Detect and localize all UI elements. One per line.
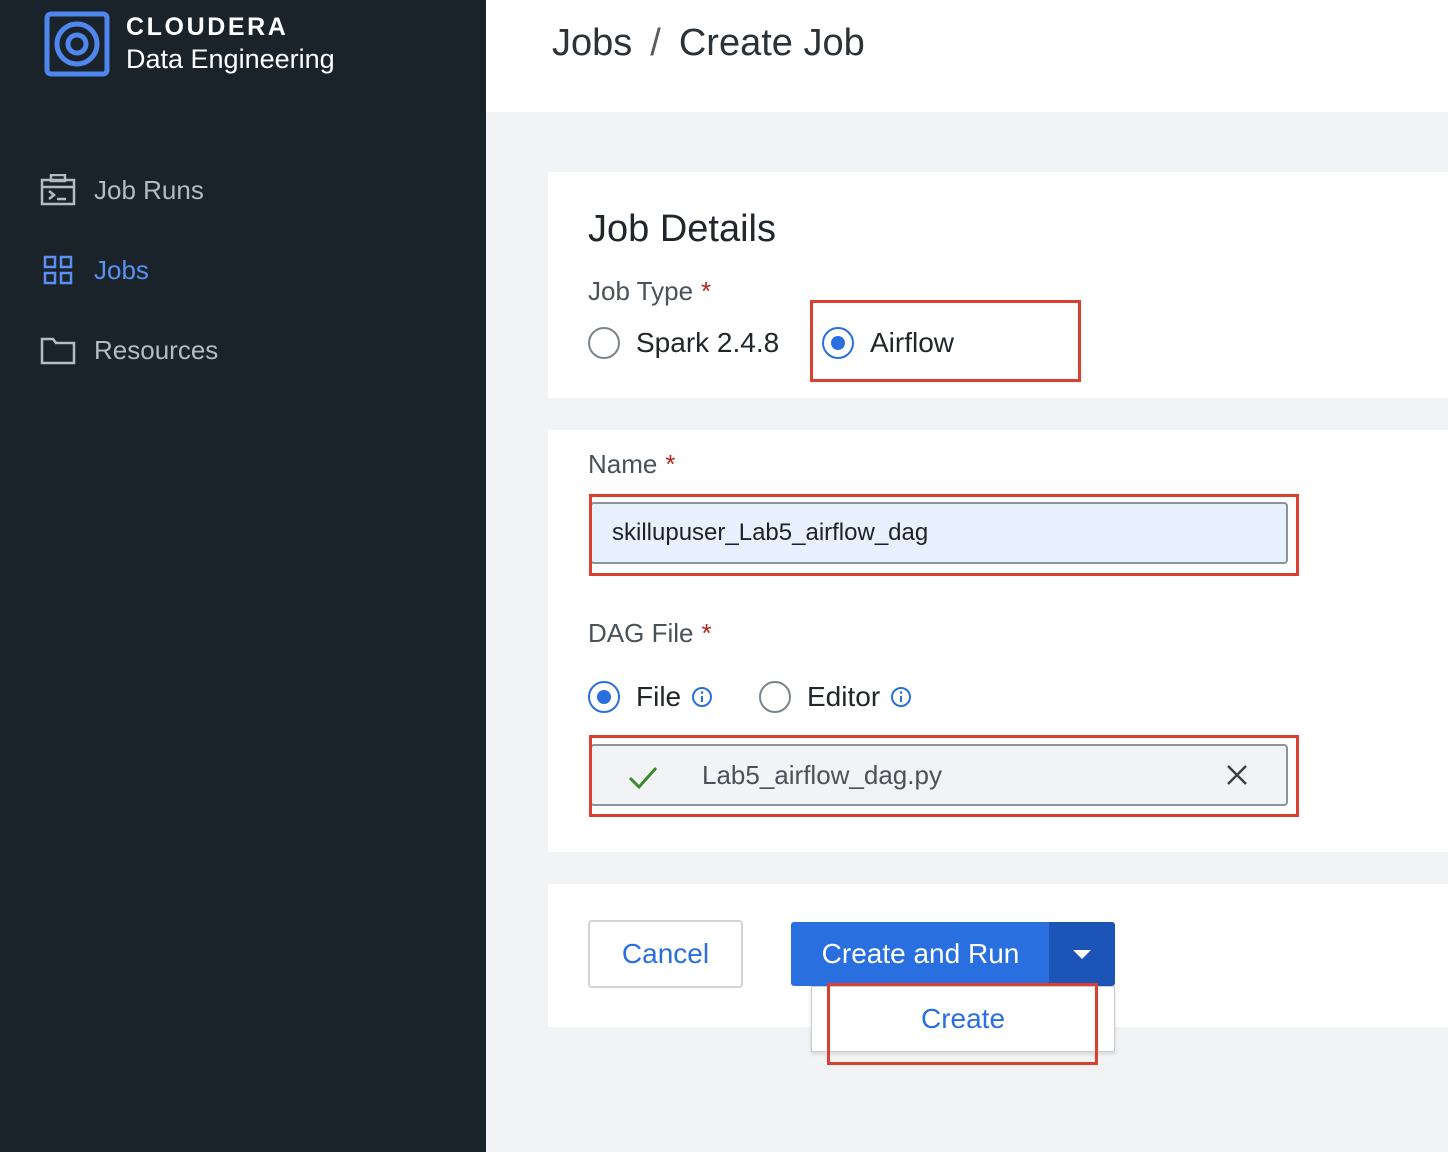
job-type-spark-label: Spark 2.4.8 — [636, 327, 780, 358]
job-details-title: Job Details — [588, 208, 776, 250]
sidebar-item-job-runs[interactable]: Job Runs — [38, 170, 204, 210]
job-type-spark-radio[interactable]: Spark 2.4.8 — [588, 327, 779, 359]
sidebar-item-jobs[interactable]: Jobs — [38, 250, 149, 290]
breadcrumb: Jobs / Create Job — [552, 22, 865, 65]
caret-down-icon — [1073, 949, 1091, 959]
create-and-run-button[interactable]: Create and Run — [791, 922, 1050, 986]
folder-icon — [38, 330, 78, 370]
job-type-label-text: Job Type — [588, 276, 694, 306]
dag-source-editor-radio[interactable]: Editor — [759, 681, 912, 713]
dag-file-label-text: DAG File — [588, 618, 694, 648]
radio-checked-icon — [822, 327, 854, 359]
sidebar-item-resources[interactable]: Resources — [38, 330, 218, 370]
radio-checked-icon — [588, 681, 620, 713]
job-type-airflow-label: Airflow — [870, 327, 955, 358]
uploaded-file-name: Lab5_airflow_dag.py — [702, 760, 942, 790]
job-type-label: Job Type * — [588, 276, 711, 307]
radio-unchecked-icon — [759, 681, 791, 713]
required-marker: * — [665, 449, 676, 479]
dag-source-file-label: File — [636, 681, 682, 712]
create-menu-item[interactable]: Create — [812, 987, 1114, 1051]
sidebar: CLOUDERA Data Engineering Job Runs Jobs — [0, 0, 486, 1152]
breadcrumb-current: Create Job — [678, 22, 865, 64]
dag-file-label: DAG File * — [588, 618, 712, 649]
name-label-text: Name — [588, 449, 658, 479]
close-icon[interactable] — [1222, 760, 1252, 790]
job-name-input[interactable]: skillupuser_Lab5_airflow_dag — [590, 502, 1288, 564]
create-options-dropdown-toggle[interactable] — [1049, 922, 1115, 986]
terminal-window-icon — [38, 170, 78, 210]
product-name: Data Engineering — [126, 44, 335, 74]
create-options-menu: Create — [811, 986, 1115, 1052]
uploaded-file-box: Lab5_airflow_dag.py — [590, 744, 1288, 806]
dag-source-file-radio[interactable]: File — [588, 681, 713, 713]
sidebar-item-label: Jobs — [94, 254, 149, 285]
name-field-label: Name * — [588, 449, 675, 480]
job-type-airflow-radio[interactable]: Airflow — [822, 327, 954, 359]
required-marker: * — [701, 618, 712, 648]
required-marker: * — [701, 276, 712, 306]
sidebar-item-label: Job Runs — [94, 174, 204, 205]
dag-source-editor-label: Editor — [807, 681, 881, 712]
grid-icon — [38, 250, 78, 290]
breadcrumb-jobs-link[interactable]: Jobs — [552, 22, 632, 65]
info-icon[interactable] — [890, 686, 912, 708]
breadcrumb-separator: / — [650, 22, 661, 64]
cancel-button[interactable]: Cancel — [588, 920, 743, 988]
sidebar-item-label: Resources — [94, 334, 219, 365]
radio-unchecked-icon — [588, 327, 620, 359]
cloudera-logo-icon — [44, 11, 110, 77]
page-header: Jobs / Create Job — [486, 0, 1448, 112]
checkmark-icon — [628, 766, 658, 790]
info-icon[interactable] — [691, 686, 713, 708]
brand-name: CLOUDERA — [126, 13, 289, 41]
